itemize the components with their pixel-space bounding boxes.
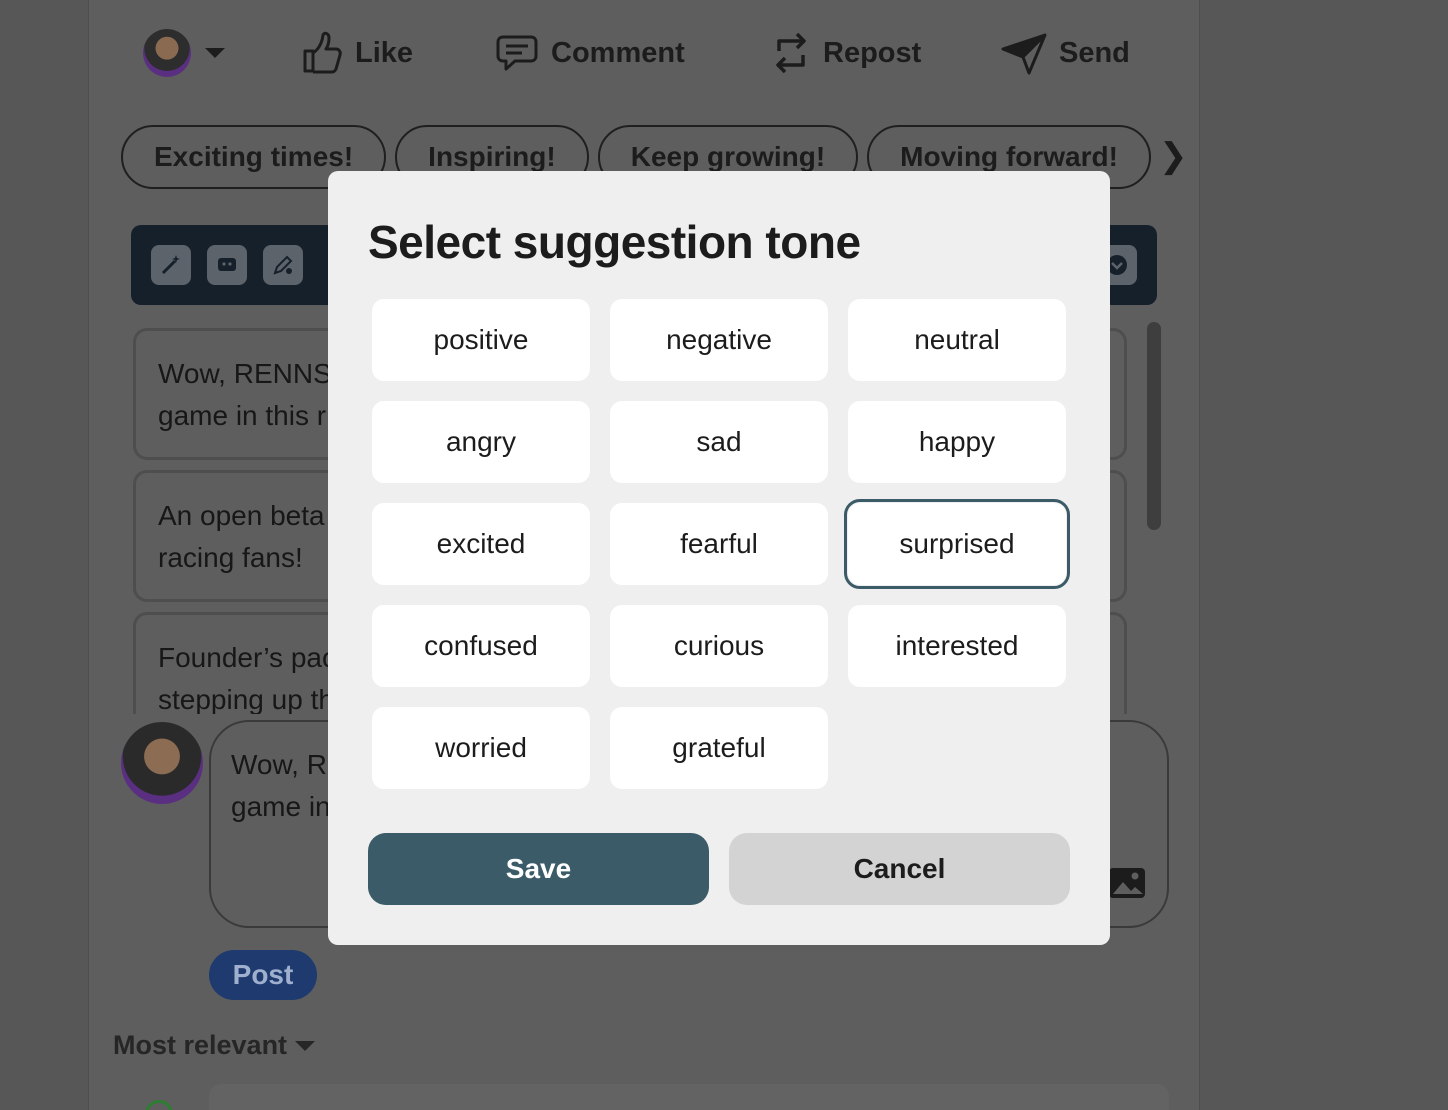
post-button[interactable]: Post	[209, 950, 317, 1000]
tone-options-grid: positive negative neutral angry sad happ…	[372, 299, 1070, 789]
thumbs-up-icon	[303, 31, 342, 74]
actor-avatar[interactable]	[143, 29, 191, 77]
chevron-right-icon[interactable]: ❯	[1159, 136, 1188, 176]
comment-button[interactable]: Comment	[495, 26, 685, 80]
suggestion-scrollbar[interactable]	[1143, 316, 1167, 716]
tone-option[interactable]: curious	[610, 605, 828, 687]
repost-label: Repost	[823, 36, 922, 69]
sort-label: Most relevant	[113, 1030, 288, 1060]
tone-option[interactable]: happy	[848, 401, 1066, 483]
tone-option[interactable]: neutral	[848, 299, 1066, 381]
pencil-settings-icon[interactable]	[263, 245, 303, 285]
chat-bubble-icon[interactable]	[207, 245, 247, 285]
tone-option[interactable]: interested	[848, 605, 1066, 687]
send-label: Send	[1059, 36, 1130, 69]
tone-option[interactable]: positive	[372, 299, 590, 381]
cancel-button[interactable]: Cancel	[729, 833, 1070, 905]
comment-item	[209, 1084, 1169, 1110]
post-actions-bar: Like Comment Repost Send	[89, 0, 1201, 106]
tone-option[interactable]: confused	[372, 605, 590, 687]
caret-down-icon[interactable]	[205, 48, 225, 58]
tone-option[interactable]: angry	[372, 401, 590, 483]
comment-label: Comment	[551, 36, 685, 69]
commenter-avatar	[145, 1100, 173, 1110]
sort-dropdown[interactable]: Most relevant	[113, 1030, 316, 1061]
tone-option[interactable]: fearful	[610, 503, 828, 585]
tone-select-dialog: Select suggestion tone positive negative…	[328, 171, 1110, 945]
like-button[interactable]: Like	[301, 26, 413, 80]
like-label: Like	[355, 36, 414, 69]
save-button[interactable]: Save	[368, 833, 709, 905]
tone-option[interactable]: worried	[372, 707, 590, 789]
tone-option[interactable]: sad	[610, 401, 828, 483]
image-icon[interactable]	[1107, 866, 1147, 905]
send-button[interactable]: Send	[1001, 26, 1130, 80]
tone-option[interactable]: excited	[372, 503, 590, 585]
magic-wand-icon[interactable]	[151, 245, 191, 285]
caret-down-icon	[295, 1040, 316, 1051]
tone-option-selected[interactable]: surprised	[844, 499, 1070, 589]
repost-icon	[776, 32, 806, 74]
comment-bubble-icon	[496, 35, 538, 71]
tone-option[interactable]: grateful	[610, 707, 828, 789]
tone-option[interactable]: negative	[610, 299, 828, 381]
scrollbar-thumb[interactable]	[1147, 322, 1161, 530]
user-avatar	[121, 722, 203, 804]
repost-button[interactable]: Repost	[771, 26, 921, 80]
paper-plane-icon	[1001, 33, 1047, 75]
dialog-title: Select suggestion tone	[368, 216, 861, 268]
